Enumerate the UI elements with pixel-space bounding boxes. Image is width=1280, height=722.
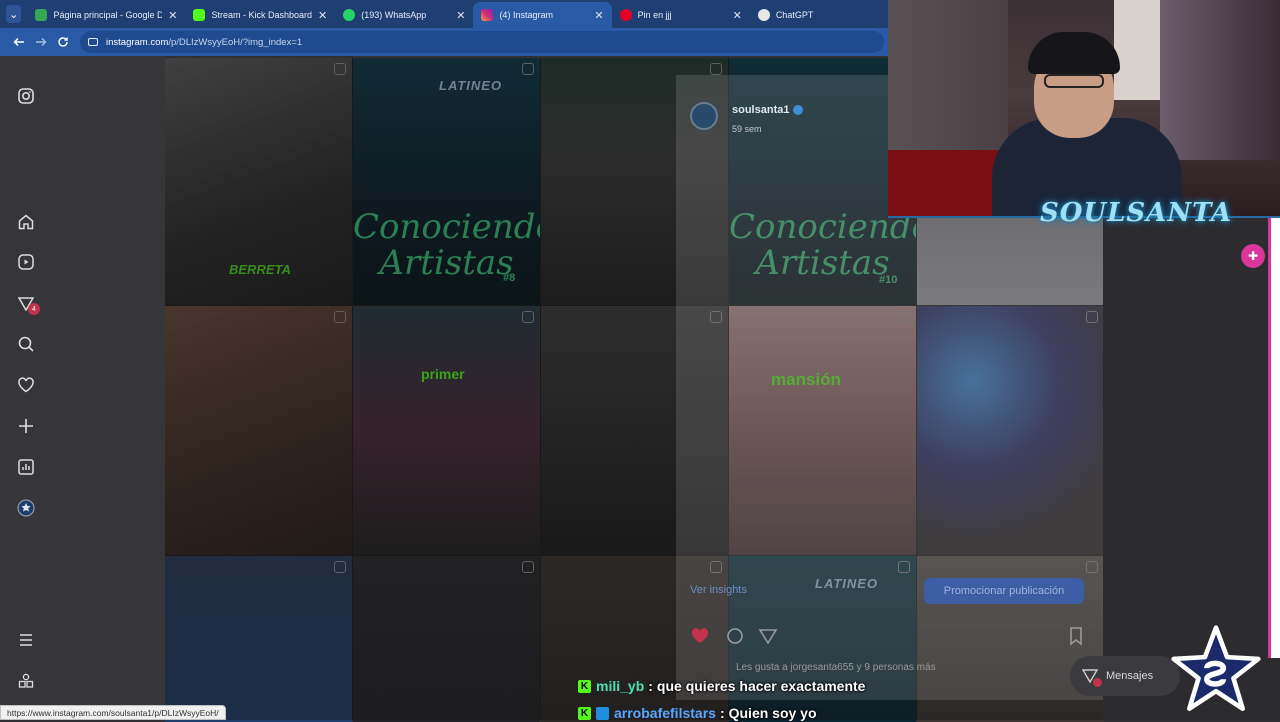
chat-username: arrobafefilstars	[614, 705, 716, 721]
extension-panel-edge	[1268, 218, 1280, 658]
arrow-right-icon	[36, 37, 47, 47]
unread-badge	[1093, 678, 1102, 687]
tab-chatgpt[interactable]: ChatGPT	[750, 2, 888, 28]
url-host: instagram.com	[106, 36, 169, 48]
share-icon[interactable]	[758, 626, 778, 646]
tab-title: (193) WhatsApp	[361, 10, 427, 20]
tab-title: Página principal - Google Drive	[53, 10, 163, 20]
chat-username: mili_yb	[596, 678, 645, 694]
chat-message: K mili_yb : que quieres hacer exactament…	[578, 678, 865, 694]
dashboard-icon[interactable]	[16, 457, 36, 477]
tab-google-drive[interactable]: Página principal - Google Drive ✕	[27, 2, 185, 28]
arrow-left-icon	[13, 37, 24, 47]
kick-badge-icon: K	[578, 706, 591, 720]
instagram-icon	[481, 9, 494, 21]
messages-icon	[1081, 669, 1102, 687]
reels-icon[interactable]	[16, 252, 36, 272]
webcam-overlay	[888, 0, 1280, 218]
chat-text: que quieres hacer exactamente	[656, 678, 866, 694]
kick-badge-icon: K	[578, 679, 591, 693]
view-insights-link[interactable]: Ver insights	[690, 584, 747, 596]
tab-title: Pin en jjj	[637, 10, 672, 20]
notification-badge: 4	[28, 303, 40, 315]
url-path: /p/DLIzWsyyEoH/?img_index=1	[168, 36, 303, 48]
chat-text: Quien soy yo	[728, 705, 817, 721]
tab-search-button[interactable]: ⌄	[6, 5, 22, 23]
tab-whatsapp[interactable]: (193) WhatsApp ✕	[335, 2, 473, 28]
promote-post-button[interactable]: Promocionar publicación	[924, 578, 1084, 604]
extension-icon[interactable]: ✚	[1241, 244, 1265, 268]
chatgpt-icon	[757, 9, 770, 21]
modal-username[interactable]: soulsanta1	[732, 104, 804, 116]
kick-icon	[193, 9, 206, 21]
search-icon[interactable]	[16, 334, 36, 354]
tab-title: ChatGPT	[775, 10, 814, 20]
chat-message: K arrobafefilstars : Quien soy yo	[578, 705, 817, 721]
profile-icon[interactable]	[16, 498, 36, 518]
home-icon[interactable]	[16, 212, 36, 232]
close-icon[interactable]: ✕	[594, 9, 603, 22]
like-heart-icon[interactable]	[690, 626, 710, 646]
reload-icon	[58, 37, 68, 47]
back-button[interactable]	[8, 31, 30, 53]
browser-tab-strip: ⌄ Página principal - Google Drive ✕ Stre…	[0, 0, 888, 28]
create-icon[interactable]	[16, 416, 36, 436]
whatsapp-icon	[343, 9, 356, 21]
forward-button[interactable]	[30, 31, 52, 53]
close-icon[interactable]: ✕	[318, 9, 327, 22]
heart-icon[interactable]	[16, 375, 36, 395]
star-logo-icon	[1171, 625, 1261, 711]
verified-icon	[793, 105, 804, 116]
messages-label: Mensajes	[1106, 670, 1154, 682]
post-age: 59 sem	[732, 124, 762, 134]
subscriber-badge-icon	[596, 706, 609, 720]
link-status-bar: https://www.instagram.com/soulsanta1/p/D…	[0, 705, 226, 720]
tab-kick-dashboard[interactable]: Stream - Kick Dashboard ✕	[185, 2, 335, 28]
menu-icon[interactable]	[16, 630, 36, 650]
tab-title: (4) Instagram	[499, 10, 553, 20]
close-icon[interactable]: ✕	[456, 9, 465, 22]
chat-separator: :	[648, 678, 653, 694]
site-info-icon[interactable]	[88, 38, 98, 46]
bookmark-icon[interactable]	[1066, 626, 1086, 646]
messages-button[interactable]: Mensajes	[1070, 656, 1180, 696]
likes-summary: Les gusta a jorgesanta655 y 9 personas m…	[736, 662, 936, 673]
tab-pinterest[interactable]: Pin en jjj ✕	[612, 2, 750, 28]
instagram-icon[interactable]	[16, 86, 36, 106]
tab-instagram[interactable]: (4) Instagram ✕	[473, 2, 612, 28]
username-text: soulsanta1	[732, 104, 790, 116]
reload-button[interactable]	[52, 31, 74, 53]
chat-separator: :	[719, 705, 725, 721]
comment-icon[interactable]	[725, 626, 745, 646]
close-icon[interactable]: ✕	[733, 9, 742, 22]
tab-title: Stream - Kick Dashboard	[211, 10, 313, 20]
address-bar[interactable]: instagram.com/p/DLIzWsyyEoH/?img_index=1	[80, 31, 884, 53]
avatar[interactable]	[690, 102, 718, 130]
stream-brand-logo: SOULSANTA	[1040, 198, 1233, 228]
google-drive-icon	[35, 9, 48, 21]
close-icon[interactable]: ✕	[168, 9, 177, 22]
browser-toolbar: instagram.com/p/DLIzWsyyEoH/?img_index=1	[0, 28, 888, 56]
more-icon[interactable]	[16, 671, 36, 691]
pinterest-icon	[619, 9, 632, 21]
